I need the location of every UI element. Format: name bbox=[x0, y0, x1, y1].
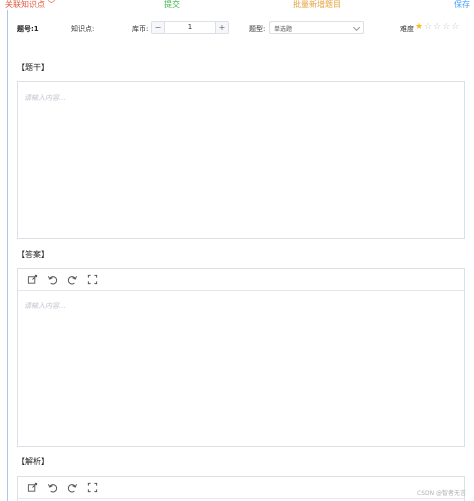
difficulty-rating[interactable]: ★☆☆☆☆ bbox=[415, 22, 460, 32]
question-type-label: 题型: bbox=[249, 25, 266, 33]
library-coin-label: 库币: bbox=[132, 25, 149, 33]
difficulty-label: 难度 bbox=[400, 25, 414, 33]
star-icon[interactable]: ☆ bbox=[442, 22, 450, 32]
question-meta-row: 题号:1 知识点: 库币: − 1 + 题型: 单选题 难度 ★☆☆☆☆ bbox=[17, 20, 467, 36]
answer-editor[interactable]: 请输入内容... bbox=[17, 268, 465, 447]
decrement-button[interactable]: − bbox=[152, 22, 165, 33]
fullscreen-icon[interactable] bbox=[87, 482, 98, 493]
star-icon[interactable]: ☆ bbox=[424, 22, 432, 32]
undo-icon[interactable] bbox=[47, 482, 58, 493]
image-edit-icon[interactable] bbox=[27, 482, 38, 493]
question-type-value: 单选题 bbox=[274, 26, 293, 33]
redo-icon[interactable] bbox=[67, 274, 78, 285]
question-number: 题号:1 bbox=[17, 25, 39, 33]
knowledge-point-label: 知识点: bbox=[71, 25, 95, 33]
related-knowledge-dropdown[interactable]: 关联知识点 ﹀ bbox=[5, 0, 56, 10]
answer-placeholder: 请输入内容... bbox=[24, 302, 66, 310]
submit-button[interactable]: 提交 bbox=[164, 0, 180, 10]
answer-editor-toolbar bbox=[18, 269, 464, 291]
stem-editor[interactable]: 请输入内容... bbox=[17, 81, 465, 239]
library-coin-stepper[interactable]: − 1 + bbox=[151, 21, 229, 34]
star-icon[interactable]: ☆ bbox=[433, 22, 441, 32]
stem-section-title: 【题干】 bbox=[17, 63, 49, 72]
related-knowledge-label: 关联知识点 bbox=[5, 0, 45, 9]
library-coin-value[interactable]: 1 bbox=[165, 22, 215, 33]
chevron-down-icon bbox=[352, 23, 361, 32]
watermark: CSDN @智者无言 bbox=[416, 490, 466, 497]
star-icon[interactable]: ★ bbox=[415, 22, 423, 32]
chevron-down-icon: ﹀ bbox=[47, 0, 56, 9]
top-action-bar: 关联知识点 ﹀ 提交 批量新增题目 保存 bbox=[0, 0, 474, 10]
stem-placeholder: 请输入内容... bbox=[24, 94, 66, 102]
batch-add-button[interactable]: 批量新增题目 bbox=[293, 0, 341, 10]
fullscreen-icon[interactable] bbox=[87, 274, 98, 285]
redo-icon[interactable] bbox=[67, 482, 78, 493]
answer-section-title: 【答案】 bbox=[17, 250, 49, 259]
star-icon[interactable]: ☆ bbox=[451, 22, 459, 32]
analysis-section-title: 【解析】 bbox=[17, 457, 49, 466]
save-button[interactable]: 保存 bbox=[454, 0, 470, 10]
increment-button[interactable]: + bbox=[215, 22, 228, 33]
undo-icon[interactable] bbox=[47, 274, 58, 285]
image-edit-icon[interactable] bbox=[27, 274, 38, 285]
question-type-select[interactable]: 单选题 bbox=[269, 21, 364, 34]
analysis-editor-toolbar bbox=[18, 477, 464, 499]
analysis-editor[interactable] bbox=[17, 476, 465, 501]
